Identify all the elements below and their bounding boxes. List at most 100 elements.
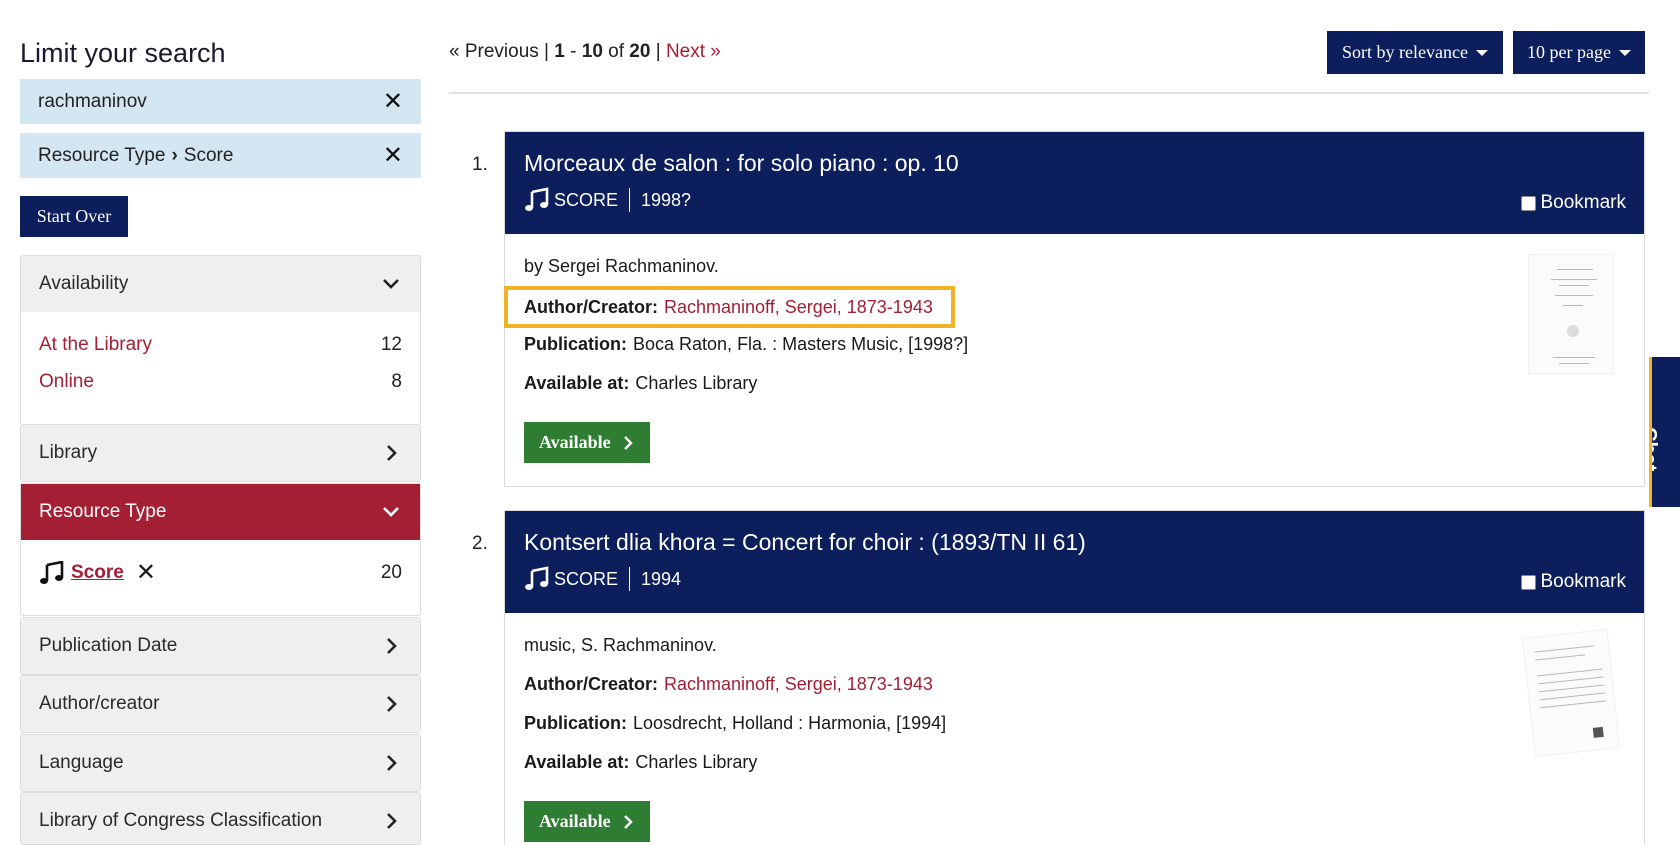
facet-library-label: Library: [39, 442, 98, 463]
remove-score-close-icon[interactable]: ✕: [136, 558, 156, 587]
available-at-line: Available at: Charles Library: [524, 752, 1626, 791]
sort-dropdown-label: Sort by relevance: [1342, 42, 1468, 62]
facet-item-selected: Score ✕ 20: [39, 554, 402, 591]
facet-resource-type-header[interactable]: Resource Type: [21, 484, 420, 540]
constraint-query-label: rachmaninov: [38, 90, 147, 112]
author-line: Author/Creator: Rachmaninoff, Sergei, 187…: [524, 674, 1626, 713]
remove-query-close-icon[interactable]: ✕: [383, 89, 403, 114]
pager-separator: |: [650, 41, 666, 62]
facet-author-creator-label: Author/creator: [39, 693, 160, 714]
author-line: Author/Creator: Rachmaninoff, Sergei, 187…: [504, 286, 1626, 334]
facet-resource-type-label: Resource Type: [39, 501, 167, 522]
pager-separator: |: [538, 41, 555, 62]
result-details: music, S. Rachmaninov. Author/Creator: Ra…: [505, 613, 1644, 845]
chat-tab[interactable]: Chat: [1649, 357, 1680, 507]
facet-author-creator: Author/creator: [20, 675, 421, 733]
result-title-link[interactable]: Morceaux de salon : for solo piano : op.…: [524, 150, 1626, 177]
breadcrumb-separator-icon: ›: [171, 144, 178, 166]
facet-item-online-link[interactable]: Online: [39, 371, 94, 393]
facet-availability-label: Availability: [39, 273, 129, 294]
facet-author-creator-header[interactable]: Author/creator: [21, 676, 420, 732]
result-header: Kontsert dlia khora = Concert for choir …: [505, 511, 1644, 613]
constraint-query: rachmaninov ✕: [20, 79, 421, 124]
available-button[interactable]: Available: [524, 801, 650, 842]
pagination-info: « Previous | 1 - 10 of 20 | Next »: [449, 41, 721, 63]
result-title-link[interactable]: Kontsert dlia khora = Concert for choir …: [524, 529, 1626, 556]
author-highlight: Author/Creator: Rachmaninoff, Sergei, 187…: [504, 286, 955, 328]
range-of: of: [602, 41, 630, 62]
result-details: by Sergei Rachmaninov. Author/Creator: Ra…: [504, 234, 1644, 481]
arrow-right-icon: [623, 435, 633, 450]
caret-down-icon: [1475, 49, 1488, 56]
range-dash: -: [564, 41, 582, 62]
facet-item: At the Library 12: [39, 326, 402, 363]
selected-score-label: Score: [71, 561, 124, 583]
constraint-value: Score: [183, 144, 234, 166]
facet-language: Language: [20, 734, 421, 792]
range-end: 10: [581, 41, 603, 62]
divider: [449, 92, 1649, 94]
result-format: SCORE: [554, 189, 619, 210]
publication-label: Publication:: [524, 713, 627, 733]
bookmark-checkbox[interactable]: [1521, 574, 1537, 590]
facet-publication-date-label: Publication Date: [39, 635, 178, 656]
selected-score: Score ✕: [39, 558, 156, 587]
previous-link[interactable]: « Previous: [449, 41, 539, 62]
result-card: Kontsert dlia khora = Concert for choir …: [504, 510, 1645, 845]
bookmark-toggle[interactable]: Bookmark: [1521, 571, 1626, 593]
available-button-label: Available: [539, 432, 611, 452]
publication-value: Loosdrecht, Holland : Harmonia, [1994]: [633, 713, 947, 733]
caret-down-icon: [1618, 49, 1631, 56]
next-link[interactable]: Next »: [666, 41, 721, 62]
chevron-down-icon: [380, 273, 402, 295]
start-over-button[interactable]: Start Over: [20, 196, 128, 237]
chat-tab-label: Chat: [1649, 427, 1660, 472]
facet-item-count: 20: [380, 561, 402, 583]
chevron-right-icon: [380, 442, 402, 464]
facet-loc-header[interactable]: Library of Congress Classification: [21, 793, 420, 844]
author-label: Author/Creator:: [524, 674, 658, 694]
sort-dropdown[interactable]: Sort by relevance: [1327, 31, 1503, 74]
music-note-icon: [525, 187, 549, 211]
chevron-down-icon: [380, 501, 402, 523]
facet-language-label: Language: [39, 752, 124, 773]
result-card: Morceaux de salon : for solo piano : op.…: [504, 131, 1645, 487]
remove-resource-type-close-icon[interactable]: ✕: [383, 143, 403, 168]
bookmark-label: Bookmark: [1540, 192, 1626, 213]
facet-library: Library: [20, 424, 421, 482]
constraint-resource-type: Resource Type › Score ✕: [20, 133, 421, 178]
result-number: 2.: [472, 533, 488, 554]
bookmark-label: Bookmark: [1540, 571, 1626, 592]
facet-loc-classification: Library of Congress Classification: [20, 792, 421, 845]
available-at-label: Available at:: [524, 373, 630, 393]
publication-value: Boca Raton, Fla. : Masters Music, [1998?…: [633, 334, 969, 354]
facet-publication-date: Publication Date: [20, 617, 421, 675]
facet-language-header[interactable]: Language: [21, 735, 420, 791]
facet-item-count: 12: [380, 333, 402, 355]
publication-label: Publication:: [524, 334, 627, 354]
arrow-right-icon: [623, 814, 633, 829]
bookmark-toggle[interactable]: Bookmark: [1521, 192, 1626, 214]
result-meta: SCORE 1994: [524, 566, 1626, 592]
cover-thumbnail[interactable]: [1528, 254, 1614, 374]
constraint-resource-type-text: Resource Type › Score: [38, 145, 233, 167]
cover-thumbnail[interactable]: [1521, 628, 1621, 758]
available-at-value: Charles Library: [635, 373, 758, 393]
result-meta: SCORE 1998?: [524, 187, 1626, 213]
author-link[interactable]: Rachmaninoff, Sergei, 1873-1943: [664, 674, 933, 694]
bookmark-checkbox[interactable]: [1521, 195, 1537, 211]
total-count: 20: [629, 41, 651, 62]
facet-resource-type-list: Score ✕ 20: [21, 540, 420, 601]
author-link[interactable]: Rachmaninoff, Sergei, 1873-1943: [664, 297, 933, 317]
per-page-dropdown[interactable]: 10 per page: [1513, 31, 1645, 74]
facet-item-at-the-library-link[interactable]: At the Library: [39, 334, 152, 356]
available-button[interactable]: Available: [524, 422, 650, 463]
constraint-field: Resource Type: [38, 144, 166, 166]
author-label: Author/Creator:: [524, 297, 658, 317]
facet-library-header[interactable]: Library: [21, 425, 420, 481]
facet-loc-label: Library of Congress Classification: [39, 810, 323, 831]
facet-availability-header[interactable]: Availability: [21, 256, 420, 312]
per-page-dropdown-label: 10 per page: [1527, 42, 1611, 62]
available-at-line: Available at: Charles Library: [524, 373, 1626, 412]
facet-publication-date-header[interactable]: Publication Date: [21, 618, 420, 674]
